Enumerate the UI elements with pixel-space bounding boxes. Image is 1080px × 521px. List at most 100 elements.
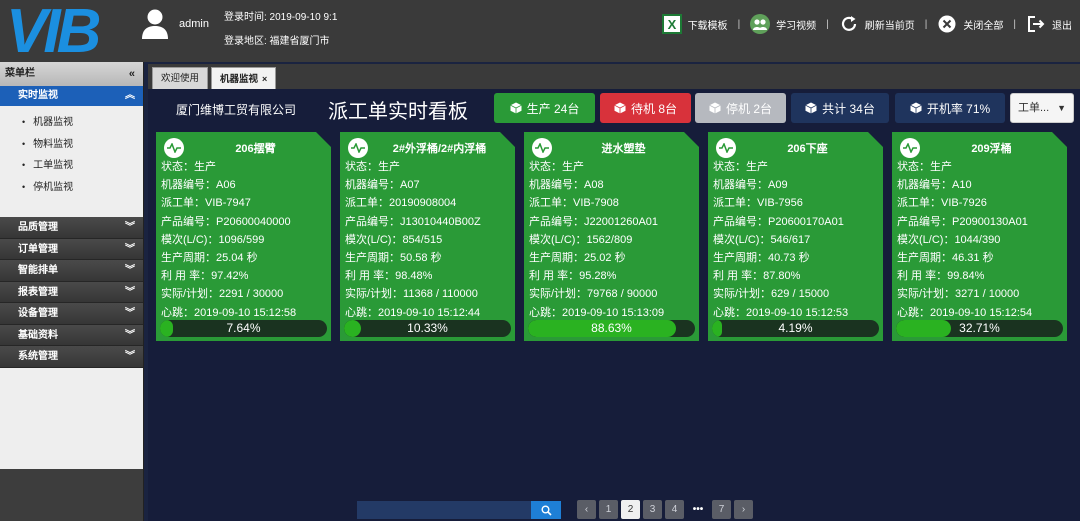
toolbar-divider: |: [826, 18, 829, 30]
card-title: 206下座: [787, 143, 828, 155]
page-button[interactable]: 4: [665, 500, 684, 519]
card-cycle-time: 生产周期：25.04 秒: [161, 252, 258, 265]
sidebar-group-label: 系统管理: [18, 351, 58, 362]
uptime-rate-button[interactable]: 开机率 71%: [895, 93, 1005, 123]
card-progress-bar: 7.64%: [160, 320, 327, 337]
chevron-down-icon: ︾: [125, 308, 135, 319]
machine-card[interactable]: 进水塑垫 状态：生产 机器编号：A08 派工单：VIB-7908 产品编号：J2…: [524, 132, 699, 341]
card-machine-no: 机器编号：A08: [529, 179, 604, 192]
card-progress-bar: 32.71%: [896, 320, 1063, 337]
machine-card[interactable]: 206摆臂 状态：生产 机器编号：A06 派工单：VIB-7947 产品编号：P…: [156, 132, 331, 341]
view-select[interactable]: 工单... ▼: [1010, 93, 1074, 123]
page-button[interactable]: 7: [712, 500, 731, 519]
page-button-current[interactable]: 2: [621, 500, 640, 519]
company-name: 厦门维博工贸有限公司: [176, 103, 297, 117]
users-icon: [750, 14, 771, 34]
sidebar-item-material-monitor[interactable]: 物料监视: [0, 134, 143, 156]
card-actual-plan: 实际/计划：2291 / 30000: [161, 288, 284, 301]
card-actual-plan: 实际/计划：79768 / 90000: [529, 288, 658, 301]
total-count-label: 共计 34台: [822, 101, 875, 116]
dispatch-board: 厦门维博工贸有限公司 派工单实时看板 生产 24台 待机 8台 停机 2台 共计…: [148, 89, 1080, 521]
card-title: 2#外浮桶/2#内浮桶: [392, 143, 487, 155]
card-product-no: 产品编号：J22001260A01: [529, 215, 659, 228]
tab-welcome[interactable]: 欢迎使用: [152, 67, 209, 89]
chevron-down-icon: ︾: [125, 329, 135, 341]
card-cycle-time: 生产周期：50.58 秒: [345, 252, 442, 265]
cube-icon: [805, 102, 817, 114]
sidebar-group-label: 设备管理: [18, 308, 58, 319]
prev-page-button[interactable]: ‹: [577, 500, 596, 519]
login-info: 登录时间: 2019-09-10 9:1 登录地区: 福建省厦门市: [224, 6, 337, 54]
collapse-sidebar-icon[interactable]: «: [129, 62, 135, 86]
logout-button[interactable]: 退出: [1026, 14, 1072, 34]
user-avatar-icon[interactable]: [140, 8, 170, 40]
toolbar-divider: |: [1013, 18, 1016, 30]
waiting-count-button[interactable]: 待机 8台: [600, 93, 691, 123]
sidebar-item-machine-monitor[interactable]: 机器监视: [0, 112, 143, 134]
close-tab-icon[interactable]: ×: [262, 74, 267, 84]
page-button[interactable]: 1: [599, 500, 618, 519]
machine-card[interactable]: 206下座 状态：生产 机器编号：A09 派工单：VIB-7956 产品编号：P…: [708, 132, 883, 341]
sidebar-group-scheduling[interactable]: 智能排单 ︾: [0, 260, 143, 282]
card-mold-count: 模次(L/C)：546/617: [713, 233, 811, 246]
learning-video-button[interactable]: 学习视频: [750, 14, 816, 34]
tab-machine-monitor[interactable]: 机器监视 ×: [211, 67, 277, 89]
sidebar-group-realtime-monitor[interactable]: 实时监视 ︽: [0, 86, 143, 106]
stopped-count-button[interactable]: 停机 2台: [695, 93, 786, 123]
chevron-down-icon: ︾: [125, 222, 135, 233]
sidebar-group-orders[interactable]: 订单管理 ︾: [0, 238, 143, 260]
sidebar-item-order-monitor[interactable]: 工单监视: [0, 155, 143, 177]
top-header: VIB admin 登录时间: 2019-09-10 9:1 登录地区: 福建省…: [0, 0, 1080, 62]
production-count-button[interactable]: 生产 24台: [494, 93, 595, 123]
page-button[interactable]: 3: [643, 500, 662, 519]
card-utilization: 利 用 率：95.28%: [529, 270, 617, 283]
sidebar-group-label: 实时监视: [18, 90, 58, 101]
logout-icon: [1026, 14, 1046, 34]
toolbar-divider: |: [924, 18, 928, 30]
machine-card[interactable]: 209浮桶 状态：生产 机器编号：A10 派工单：VIB-7926 产品编号：P…: [892, 132, 1067, 341]
card-status: 状态：生产: [897, 161, 952, 173]
card-machine-no: 机器编号：A09: [713, 179, 788, 192]
search-button[interactable]: [531, 501, 561, 519]
card-title: 209浮桶: [971, 143, 1012, 155]
header-toolbar: X 下载模板 | 学习视频 | 刷新当前页 | 关闭全部 | 退出: [661, 14, 1072, 34]
uptime-rate-label: 开机率 71%: [926, 101, 991, 116]
card-mold-count: 模次(L/C)：1044/390: [897, 233, 1001, 246]
card-dispatch-order: 派工单：VIB-7947: [161, 197, 251, 210]
svg-text:VIB: VIB: [6, 0, 100, 58]
sidebar-group-base-data[interactable]: 基础资料 ︾: [0, 324, 143, 346]
login-region: 登录地区: 福建省厦门市: [224, 36, 330, 47]
card-title: 进水塑垫: [601, 143, 646, 155]
sidebar-group-equipment[interactable]: 设备管理 ︾: [0, 303, 143, 325]
page-search-input[interactable]: [357, 501, 531, 519]
refresh-page-button[interactable]: 刷新当前页: [839, 14, 915, 34]
chevron-down-icon: ▼: [1057, 103, 1066, 113]
card-utilization: 利 用 率：98.48%: [345, 270, 433, 283]
cube-icon: [614, 102, 626, 114]
card-actual-plan: 实际/计划：629 / 15000: [713, 288, 830, 301]
username: admin: [179, 18, 209, 30]
next-page-button[interactable]: ›: [734, 500, 753, 519]
sidebar-group-quality[interactable]: 品质管理 ︾: [0, 217, 143, 239]
progress-percent: 4.19%: [778, 321, 813, 335]
sidebar-group-system[interactable]: 系统管理 ︾: [0, 346, 143, 368]
card-product-no: 产品编号：P20600170A01: [713, 215, 844, 228]
card-progress-bar: 88.63%: [528, 320, 695, 337]
stopped-count-label: 停机 2台: [725, 101, 772, 116]
download-template-button[interactable]: X 下载模板: [661, 14, 728, 34]
close-all-button[interactable]: 关闭全部: [937, 14, 1003, 34]
heartbeat-icon: [716, 138, 736, 158]
card-product-no: 产品编号：J13010440B00Z: [345, 215, 481, 228]
card-header: 206下座: [712, 136, 879, 158]
heartbeat-icon: [164, 138, 184, 158]
card-status: 状态：生产: [713, 161, 768, 173]
card-mold-count: 模次(L/C)：1096/599: [161, 233, 265, 246]
total-count-button[interactable]: 共计 34台: [791, 93, 889, 123]
download-template-label: 下载模板: [687, 20, 728, 32]
sidebar-item-downtime-monitor[interactable]: 停机监视: [0, 177, 143, 199]
card-actual-plan: 实际/计划：11368 / 110000: [345, 288, 478, 301]
card-status: 状态：生产: [345, 161, 400, 173]
machine-card-list: 206摆臂 状态：生产 机器编号：A06 派工单：VIB-7947 产品编号：P…: [156, 132, 1067, 341]
machine-card[interactable]: 2#外浮桶/2#内浮桶 状态：生产 机器编号：A07 派工单：201909080…: [340, 132, 515, 341]
sidebar-group-reports[interactable]: 报表管理 ︾: [0, 281, 143, 303]
